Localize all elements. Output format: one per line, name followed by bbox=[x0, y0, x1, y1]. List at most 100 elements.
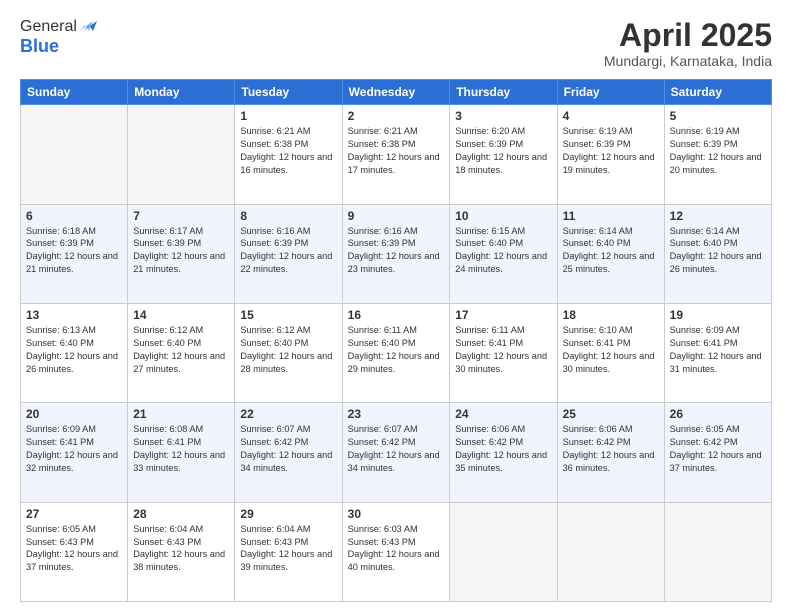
day-number: 13 bbox=[26, 308, 122, 322]
day-info: Sunrise: 6:04 AMSunset: 6:43 PMDaylight:… bbox=[133, 523, 229, 575]
day-number: 5 bbox=[670, 109, 766, 123]
calendar-header-thursday: Thursday bbox=[450, 80, 557, 105]
calendar-day-cell: 16 Sunrise: 6:11 AMSunset: 6:40 PMDayligh… bbox=[342, 303, 450, 402]
day-info: Sunrise: 6:06 AMSunset: 6:42 PMDaylight:… bbox=[563, 423, 659, 475]
page: General Blue April 2025 Mundargi, Karnat… bbox=[0, 0, 792, 612]
calendar-day-cell: 11Sunrise: 6:14 AMSunset: 6:40 PMDayligh… bbox=[557, 204, 664, 303]
day-number: 12 bbox=[670, 209, 766, 223]
calendar-day-cell: 28 Sunrise: 6:04 AMSunset: 6:43 PMDayligh… bbox=[128, 502, 235, 601]
calendar-day-cell: 15Sunrise: 6:12 AMSunset: 6:40 PMDayligh… bbox=[235, 303, 342, 402]
day-number: 16 bbox=[348, 308, 445, 322]
calendar-header-monday: Monday bbox=[128, 80, 235, 105]
day-number: 7 bbox=[133, 209, 229, 223]
calendar-week-row: 27 Sunrise: 6:05 AMSunset: 6:43 PMDayligh… bbox=[21, 502, 772, 601]
header: General Blue April 2025 Mundargi, Karnat… bbox=[20, 18, 772, 69]
calendar-day-cell: 27 Sunrise: 6:05 AMSunset: 6:43 PMDayligh… bbox=[21, 502, 128, 601]
day-info: Sunrise: 6:20 AMSunset: 6:39 PMDaylight:… bbox=[455, 125, 551, 177]
day-info: Sunrise: 6:07 AMSunset: 6:42 PMDaylight:… bbox=[348, 423, 445, 475]
day-info: Sunrise: 6:07 AMSunset: 6:42 PMDaylight:… bbox=[240, 423, 336, 475]
calendar-day-cell: 26Sunrise: 6:05 AMSunset: 6:42 PMDayligh… bbox=[664, 403, 771, 502]
day-info: Sunrise: 6:19 AMSunset: 6:39 PMDaylight:… bbox=[563, 125, 659, 177]
day-number: 21 bbox=[133, 407, 229, 421]
day-number: 8 bbox=[240, 209, 336, 223]
day-info: Sunrise: 6:19 AMSunset: 6:39 PMDaylight:… bbox=[670, 125, 766, 177]
calendar-week-row: 13Sunrise: 6:13 AMSunset: 6:40 PMDayligh… bbox=[21, 303, 772, 402]
day-number: 27 bbox=[26, 507, 122, 521]
day-number: 20 bbox=[26, 407, 122, 421]
calendar-day-cell: 9Sunrise: 6:16 AMSunset: 6:39 PMDaylight… bbox=[342, 204, 450, 303]
day-number: 2 bbox=[348, 109, 445, 123]
day-number: 17 bbox=[455, 308, 551, 322]
calendar-day-cell bbox=[450, 502, 557, 601]
day-number: 6 bbox=[26, 209, 122, 223]
calendar-table: SundayMondayTuesdayWednesdayThursdayFrid… bbox=[20, 79, 772, 602]
calendar-header-wednesday: Wednesday bbox=[342, 80, 450, 105]
day-number: 18 bbox=[563, 308, 659, 322]
calendar-day-cell: 24 Sunrise: 6:06 AMSunset: 6:42 PMDayligh… bbox=[450, 403, 557, 502]
calendar-day-cell bbox=[21, 105, 128, 204]
calendar-day-cell: 29 Sunrise: 6:04 AMSunset: 6:43 PMDayligh… bbox=[235, 502, 342, 601]
day-info: Sunrise: 6:14 AMSunset: 6:40 PMDaylight:… bbox=[670, 225, 766, 277]
calendar-day-cell: 13Sunrise: 6:13 AMSunset: 6:40 PMDayligh… bbox=[21, 303, 128, 402]
calendar-day-cell: 19Sunrise: 6:09 AMSunset: 6:41 PMDayligh… bbox=[664, 303, 771, 402]
day-info: Sunrise: 6:21 AMSunset: 6:38 PMDaylight:… bbox=[240, 125, 336, 177]
logo-bird-icon bbox=[79, 17, 97, 35]
day-info: Sunrise: 6:04 AMSunset: 6:43 PMDaylight:… bbox=[240, 523, 336, 575]
calendar-day-cell: 8Sunrise: 6:16 AMSunset: 6:39 PMDaylight… bbox=[235, 204, 342, 303]
calendar-day-cell: 18Sunrise: 6:10 AMSunset: 6:41 PMDayligh… bbox=[557, 303, 664, 402]
calendar-day-cell: 21 Sunrise: 6:08 AMSunset: 6:41 PMDayligh… bbox=[128, 403, 235, 502]
calendar-day-cell: 2 Sunrise: 6:21 AMSunset: 6:38 PMDaylight… bbox=[342, 105, 450, 204]
day-number: 22 bbox=[240, 407, 336, 421]
day-number: 1 bbox=[240, 109, 336, 123]
calendar-day-cell: 25 Sunrise: 6:06 AMSunset: 6:42 PMDayligh… bbox=[557, 403, 664, 502]
day-number: 25 bbox=[563, 407, 659, 421]
calendar-day-cell: 7 Sunrise: 6:17 AMSunset: 6:39 PMDaylight… bbox=[128, 204, 235, 303]
day-number: 30 bbox=[348, 507, 445, 521]
day-info: Sunrise: 6:17 AMSunset: 6:39 PMDaylight:… bbox=[133, 225, 229, 277]
calendar-header-friday: Friday bbox=[557, 80, 664, 105]
calendar-header-sunday: Sunday bbox=[21, 80, 128, 105]
calendar-day-cell bbox=[557, 502, 664, 601]
day-number: 28 bbox=[133, 507, 229, 521]
day-number: 29 bbox=[240, 507, 336, 521]
day-info: Sunrise: 6:05 AMSunset: 6:43 PMDaylight:… bbox=[26, 523, 122, 575]
day-info: Sunrise: 6:21 AMSunset: 6:38 PMDaylight:… bbox=[348, 125, 445, 177]
day-number: 9 bbox=[348, 209, 445, 223]
calendar-week-row: 1 Sunrise: 6:21 AMSunset: 6:38 PMDaylight… bbox=[21, 105, 772, 204]
day-info: Sunrise: 6:03 AMSunset: 6:43 PMDaylight:… bbox=[348, 523, 445, 575]
calendar-day-cell: 12 Sunrise: 6:14 AMSunset: 6:40 PMDayligh… bbox=[664, 204, 771, 303]
day-number: 10 bbox=[455, 209, 551, 223]
day-info: Sunrise: 6:05 AMSunset: 6:42 PMDaylight:… bbox=[670, 423, 766, 475]
logo-blue-text: Blue bbox=[20, 36, 59, 57]
calendar-week-row: 6Sunrise: 6:18 AMSunset: 6:39 PMDaylight… bbox=[21, 204, 772, 303]
calendar-day-cell: 4 Sunrise: 6:19 AMSunset: 6:39 PMDaylight… bbox=[557, 105, 664, 204]
day-info: Sunrise: 6:11 AMSunset: 6:40 PMDaylight:… bbox=[348, 324, 445, 376]
calendar-day-cell: 3 Sunrise: 6:20 AMSunset: 6:39 PMDaylight… bbox=[450, 105, 557, 204]
calendar-day-cell bbox=[128, 105, 235, 204]
day-info: Sunrise: 6:15 AMSunset: 6:40 PMDaylight:… bbox=[455, 225, 551, 277]
day-info: Sunrise: 6:14 AMSunset: 6:40 PMDaylight:… bbox=[563, 225, 659, 277]
calendar-day-cell: 20Sunrise: 6:09 AMSunset: 6:41 PMDayligh… bbox=[21, 403, 128, 502]
day-number: 14 bbox=[133, 308, 229, 322]
calendar-day-cell: 30 Sunrise: 6:03 AMSunset: 6:43 PMDayligh… bbox=[342, 502, 450, 601]
calendar-day-cell: 23 Sunrise: 6:07 AMSunset: 6:42 PMDayligh… bbox=[342, 403, 450, 502]
logo: General Blue bbox=[20, 18, 97, 57]
calendar-day-cell: 10 Sunrise: 6:15 AMSunset: 6:40 PMDayligh… bbox=[450, 204, 557, 303]
day-info: Sunrise: 6:11 AMSunset: 6:41 PMDaylight:… bbox=[455, 324, 551, 376]
day-number: 4 bbox=[563, 109, 659, 123]
day-number: 23 bbox=[348, 407, 445, 421]
calendar-header-tuesday: Tuesday bbox=[235, 80, 342, 105]
calendar-day-cell: 5 Sunrise: 6:19 AMSunset: 6:39 PMDaylight… bbox=[664, 105, 771, 204]
day-number: 24 bbox=[455, 407, 551, 421]
location: Mundargi, Karnataka, India bbox=[604, 53, 772, 69]
day-info: Sunrise: 6:12 AMSunset: 6:40 PMDaylight:… bbox=[240, 324, 336, 376]
month-title: April 2025 bbox=[604, 18, 772, 53]
day-number: 3 bbox=[455, 109, 551, 123]
day-info: Sunrise: 6:12 AMSunset: 6:40 PMDaylight:… bbox=[133, 324, 229, 376]
calendar-day-cell: 1 Sunrise: 6:21 AMSunset: 6:38 PMDaylight… bbox=[235, 105, 342, 204]
day-info: Sunrise: 6:08 AMSunset: 6:41 PMDaylight:… bbox=[133, 423, 229, 475]
calendar-day-cell bbox=[664, 502, 771, 601]
day-info: Sunrise: 6:06 AMSunset: 6:42 PMDaylight:… bbox=[455, 423, 551, 475]
calendar-day-cell: 6Sunrise: 6:18 AMSunset: 6:39 PMDaylight… bbox=[21, 204, 128, 303]
day-number: 19 bbox=[670, 308, 766, 322]
